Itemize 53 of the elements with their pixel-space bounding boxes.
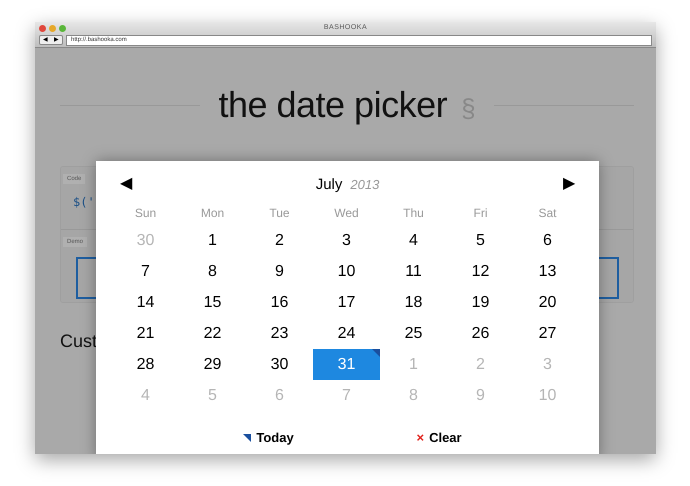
clear-button[interactable]: × Clear bbox=[416, 430, 462, 445]
close-dot[interactable] bbox=[39, 24, 46, 32]
day-cell[interactable]: 29 bbox=[179, 349, 246, 380]
weekday-label: Wed bbox=[333, 205, 360, 222]
day-cell[interactable]: 6 bbox=[514, 225, 581, 256]
next-month-button[interactable]: ▶ bbox=[562, 174, 575, 194]
weekday-label: Thu bbox=[402, 205, 425, 222]
day-cell[interactable]: 3 bbox=[313, 225, 380, 256]
weekday-label: Fri bbox=[472, 205, 488, 222]
day-cell[interactable]: 22 bbox=[179, 318, 246, 349]
day-cell[interactable]: 12 bbox=[447, 256, 514, 287]
day-cell[interactable]: 24 bbox=[313, 318, 380, 349]
section-heading: Cust bbox=[60, 331, 98, 352]
day-cell[interactable]: 26 bbox=[447, 318, 514, 349]
corner-triangle-icon bbox=[243, 434, 252, 442]
code-text: $(' bbox=[73, 195, 95, 211]
section-mark: § bbox=[461, 93, 476, 123]
day-cell[interactable]: 31 bbox=[313, 349, 380, 380]
day-cell[interactable]: 7 bbox=[112, 256, 179, 287]
day-cell[interactable]: 9 bbox=[246, 256, 313, 287]
weekday-label: Sun bbox=[134, 205, 158, 222]
day-cell[interactable]: 15 bbox=[179, 287, 246, 318]
zoom-dot[interactable] bbox=[59, 24, 66, 32]
day-cell[interactable]: 18 bbox=[380, 287, 447, 318]
month-name: July bbox=[316, 176, 342, 192]
day-cell[interactable]: 27 bbox=[514, 318, 581, 349]
previous-month-button[interactable]: ◀ bbox=[120, 174, 132, 194]
day-cell[interactable]: 19 bbox=[447, 287, 514, 318]
day-cell[interactable]: 23 bbox=[246, 318, 313, 349]
day-cell[interactable]: 5 bbox=[447, 225, 514, 256]
day-cell[interactable]: 17 bbox=[313, 287, 380, 318]
day-cell[interactable]: 2 bbox=[246, 225, 313, 256]
clear-icon: × bbox=[416, 430, 424, 445]
minimize-dot[interactable] bbox=[49, 24, 56, 32]
day-cell[interactable]: 13 bbox=[514, 256, 581, 287]
weekday-label: Mon bbox=[200, 205, 226, 222]
day-cell[interactable]: 4 bbox=[380, 225, 447, 256]
weekday-label: Tue bbox=[268, 205, 291, 222]
day-cell[interactable]: 20 bbox=[514, 287, 581, 318]
day-cell[interactable]: 8 bbox=[179, 256, 246, 287]
day-cell[interactable]: 21 bbox=[112, 318, 179, 349]
year: 2013 bbox=[350, 176, 380, 192]
day-cell[interactable]: 16 bbox=[246, 287, 313, 318]
page-heading: the date picker bbox=[218, 84, 448, 125]
day-cell[interactable]: 30 bbox=[246, 349, 313, 380]
weekday-label: Sat bbox=[537, 205, 558, 222]
day-cell[interactable]: 11 bbox=[380, 256, 447, 287]
day-cell[interactable]: 28 bbox=[112, 349, 179, 380]
today-button[interactable]: Today bbox=[243, 430, 294, 445]
day-cell[interactable]: 1 bbox=[179, 225, 246, 256]
day-cell[interactable]: 10 bbox=[313, 256, 380, 287]
day-cell[interactable]: 25 bbox=[380, 318, 447, 349]
day-cell[interactable]: 14 bbox=[112, 287, 179, 318]
